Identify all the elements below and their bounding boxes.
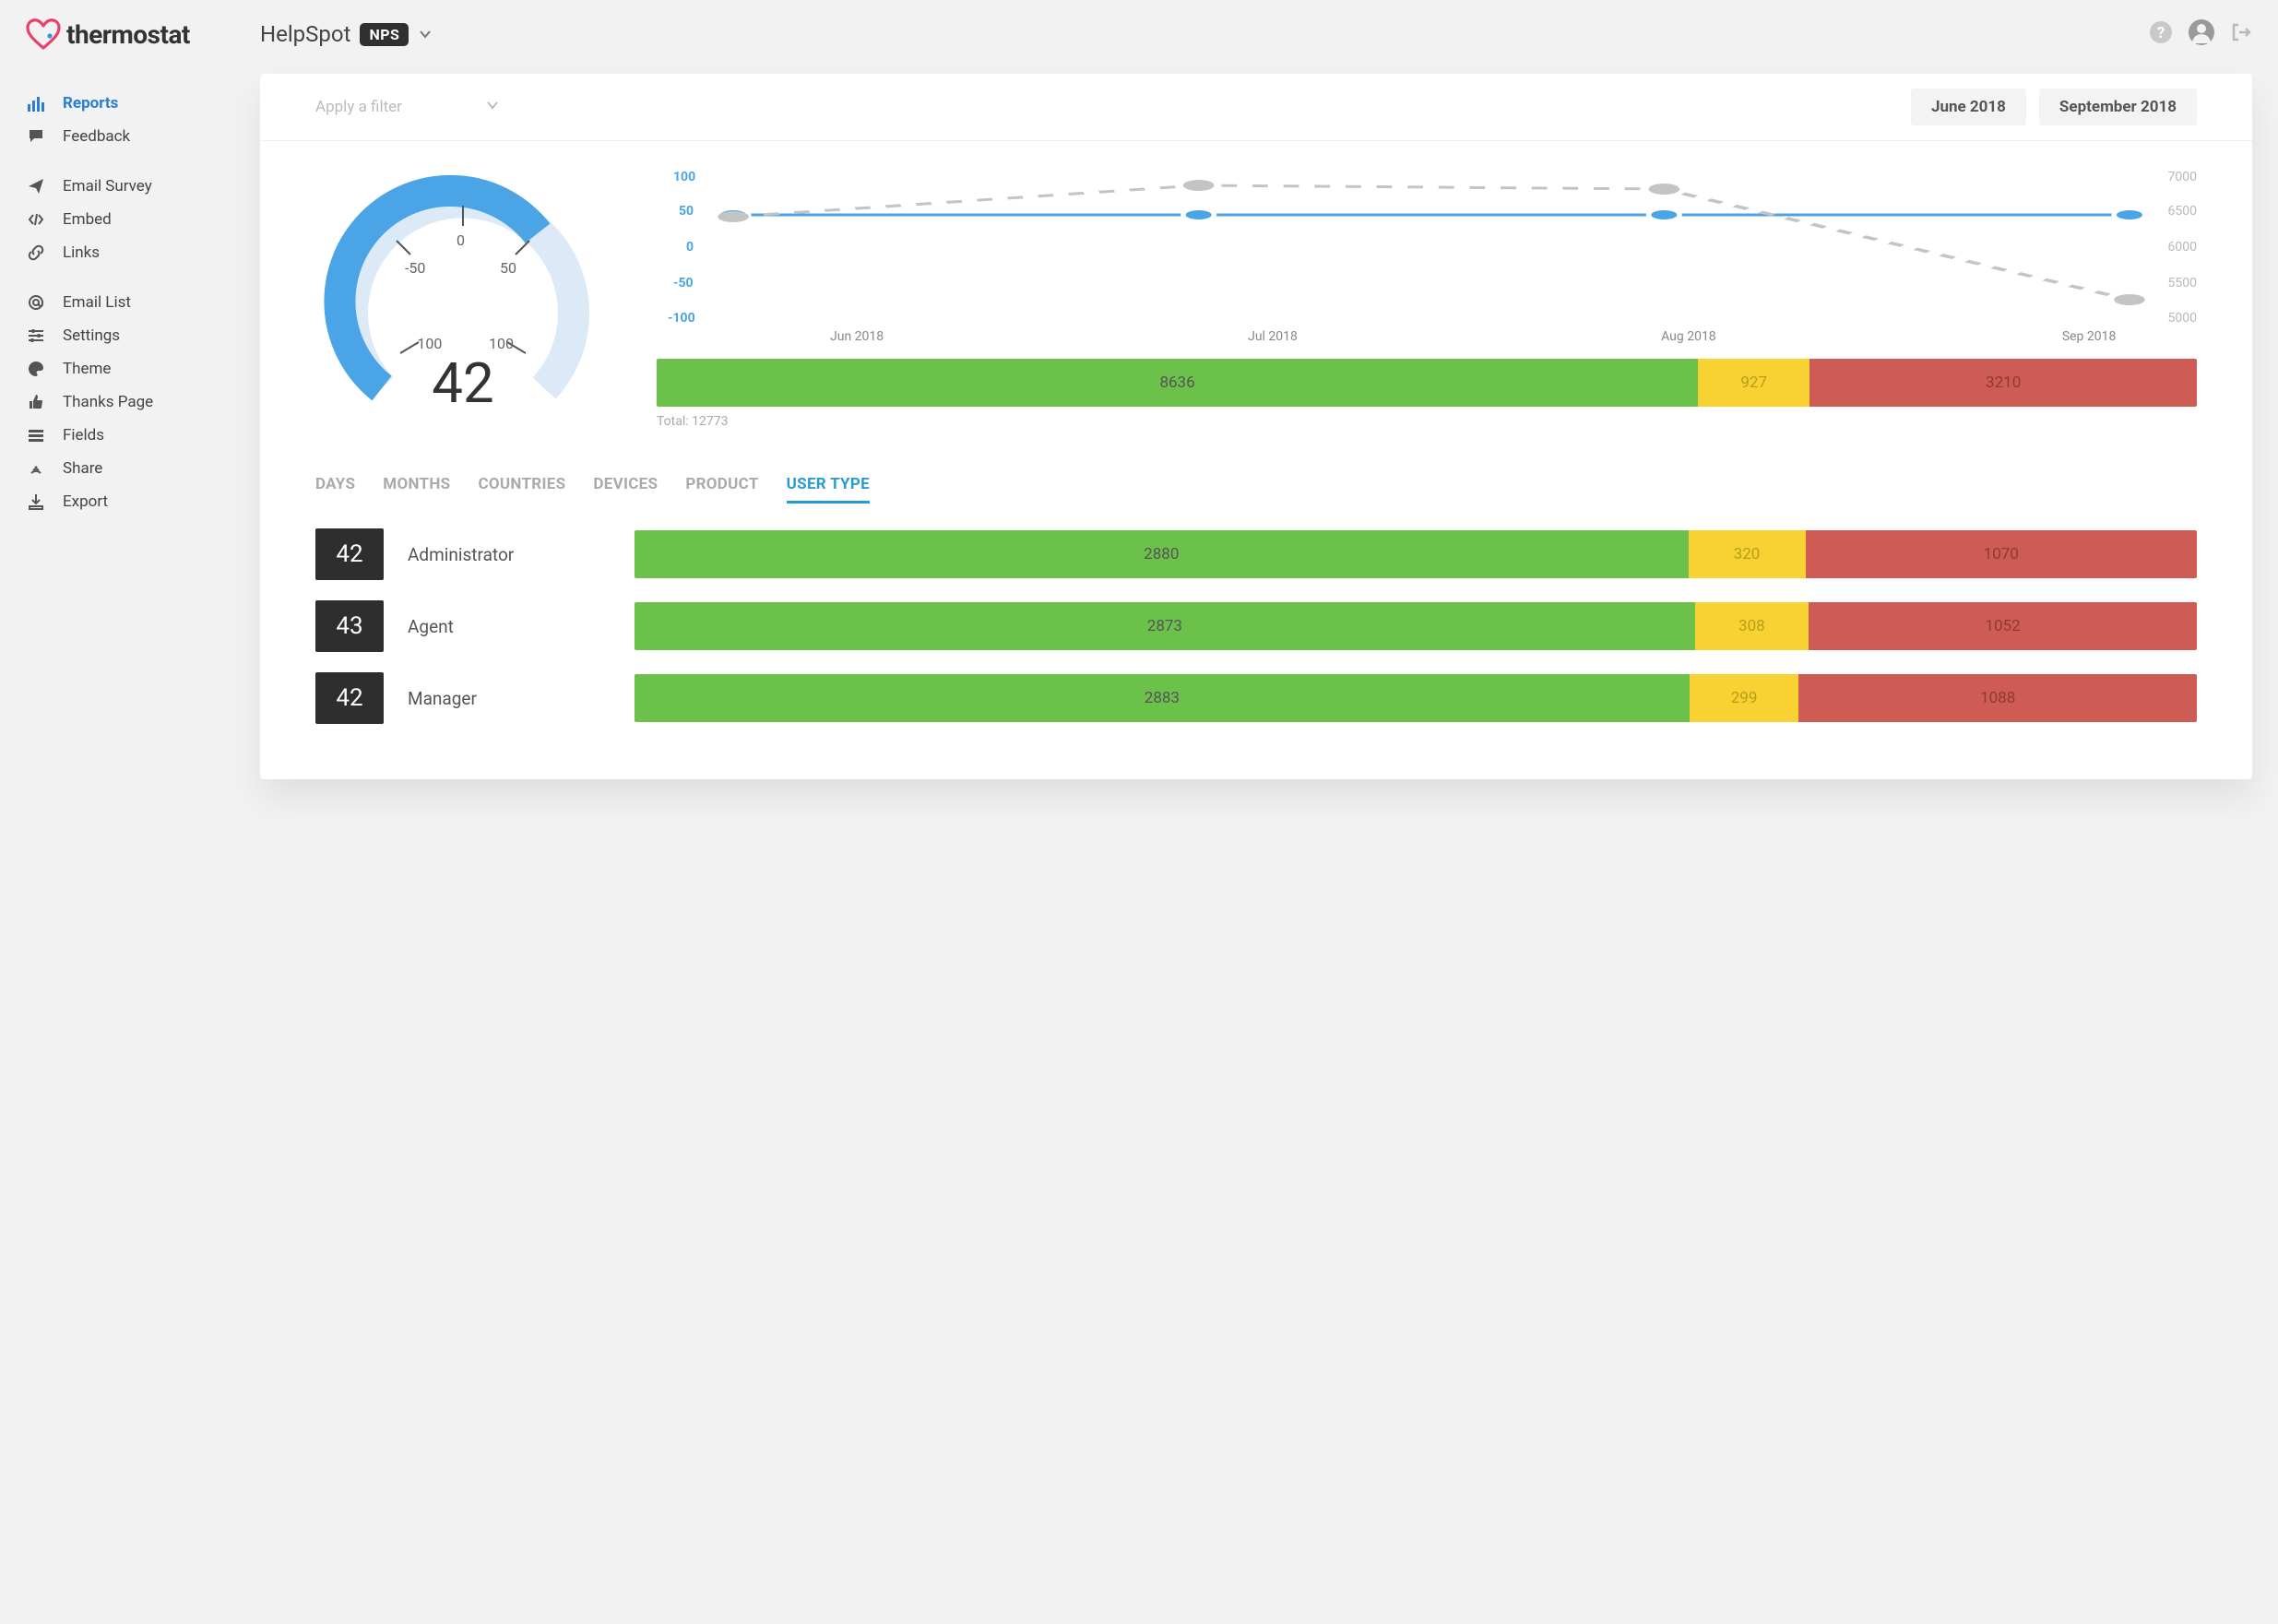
sidebar-item-email-survey[interactable]: Email Survey bbox=[26, 170, 238, 203]
row-detractors-segment: 1052 bbox=[1809, 602, 2197, 650]
survey-type-badge: NPS bbox=[360, 23, 409, 46]
trend-line-chart: 100 50 0 -50 -100 7000 6500 6000 5500 50… bbox=[657, 169, 2197, 326]
sidebar-item-feedback[interactable]: Feedback bbox=[26, 120, 238, 153]
survey-selector[interactable]: HelpSpot NPS bbox=[260, 21, 433, 47]
brand-logo[interactable]: thermostat bbox=[26, 18, 238, 50]
row-label: Agent bbox=[408, 616, 611, 637]
chart-bars-icon bbox=[26, 95, 46, 112]
breakdown-row: 42 Administrator 28803201070 bbox=[315, 528, 2197, 580]
sidebar-item-email-list[interactable]: Email List bbox=[26, 286, 238, 319]
sidebar-item-label: Fields bbox=[63, 426, 104, 445]
row-label: Administrator bbox=[408, 544, 611, 565]
breakdown-row: 43 Agent 28733081052 bbox=[315, 600, 2197, 652]
code-icon bbox=[26, 211, 46, 228]
user-avatar-icon[interactable] bbox=[2188, 18, 2215, 50]
link-icon bbox=[26, 244, 46, 261]
sidebar-item-label: Reports bbox=[63, 94, 118, 113]
brand-text: thermostat bbox=[66, 19, 190, 50]
nps-score: 42 bbox=[432, 350, 493, 416]
broadcast-icon bbox=[26, 460, 46, 477]
sidebar-item-fields[interactable]: Fields bbox=[26, 419, 238, 452]
gauge-tick-p50: 50 bbox=[500, 259, 516, 277]
row-nps-score: 42 bbox=[315, 528, 384, 580]
date-to-button[interactable]: September 2018 bbox=[2039, 89, 2197, 125]
row-breakdown-bar: 28832991088 bbox=[635, 674, 2197, 722]
sidebar-item-label: Share bbox=[63, 459, 102, 478]
row-promoters-segment: 2883 bbox=[635, 674, 1690, 722]
report-card: Apply a filter June 2018 September 2018 bbox=[260, 74, 2252, 779]
survey-title: HelpSpot bbox=[260, 21, 350, 47]
date-from-button[interactable]: June 2018 bbox=[1911, 89, 2026, 125]
row-detractors-segment: 1088 bbox=[1798, 674, 2197, 722]
detractors-segment: 3210 bbox=[1809, 359, 2197, 407]
summary-breakdown-bar: 8636 927 3210 bbox=[657, 359, 2197, 407]
sidebar-item-label: Embed bbox=[63, 210, 112, 229]
tab-product[interactable]: PRODUCT bbox=[685, 475, 758, 504]
row-passives-segment: 320 bbox=[1689, 530, 1806, 578]
sliders-icon bbox=[26, 327, 46, 344]
at-icon bbox=[26, 294, 46, 311]
tab-countries[interactable]: COUNTRIES bbox=[478, 475, 565, 504]
promoters-segment: 8636 bbox=[657, 359, 1698, 407]
breakdown-tabs: DAYS MONTHS COUNTRIES DEVICES PRODUCT US… bbox=[315, 475, 2197, 504]
sidebar-item-label: Theme bbox=[63, 360, 111, 378]
paper-plane-icon bbox=[26, 178, 46, 195]
row-breakdown-bar: 28803201070 bbox=[635, 530, 2197, 578]
sidebar-item-reports[interactable]: Reports bbox=[26, 87, 238, 120]
tab-days[interactable]: DAYS bbox=[315, 475, 355, 504]
gauge-tick-0: 0 bbox=[457, 231, 465, 249]
sidebar-item-export[interactable]: Export bbox=[26, 485, 238, 518]
chevron-down-icon bbox=[418, 21, 433, 47]
row-promoters-segment: 2873 bbox=[635, 602, 1695, 650]
row-passives-segment: 299 bbox=[1690, 674, 1799, 722]
tab-user-type[interactable]: USER TYPE bbox=[787, 475, 870, 504]
chevron-down-icon bbox=[485, 98, 500, 117]
sidebar-item-label: Export bbox=[63, 492, 108, 511]
row-label: Manager bbox=[408, 688, 611, 709]
tab-devices[interactable]: DEVICES bbox=[593, 475, 658, 504]
speech-bubble-icon bbox=[26, 128, 46, 145]
sidebar-item-label: Thanks Page bbox=[63, 393, 153, 411]
thumbs-up-icon bbox=[26, 394, 46, 410]
sidebar-item-links[interactable]: Links bbox=[26, 236, 238, 269]
sidebar-item-label: Settings bbox=[63, 326, 120, 345]
sidebar-item-label: Links bbox=[63, 243, 100, 262]
breakdown-row: 42 Manager 28832991088 bbox=[315, 672, 2197, 724]
logout-icon[interactable] bbox=[2230, 21, 2252, 47]
summary-total: Total: 12773 bbox=[657, 414, 2197, 429]
sidebar-item-label: Email Survey bbox=[63, 177, 152, 196]
row-promoters-segment: 2880 bbox=[635, 530, 1689, 578]
palette-icon bbox=[26, 361, 46, 377]
help-icon[interactable]: ? bbox=[2149, 20, 2173, 48]
row-nps-score: 43 bbox=[315, 600, 384, 652]
sidebar-item-thanks-page[interactable]: Thanks Page bbox=[26, 385, 238, 419]
passives-segment: 927 bbox=[1698, 359, 1809, 407]
download-icon bbox=[26, 493, 46, 510]
sidebar-item-label: Email List bbox=[63, 293, 131, 312]
sidebar-item-theme[interactable]: Theme bbox=[26, 352, 238, 385]
gauge-tick-n50: -50 bbox=[405, 259, 425, 277]
row-passives-segment: 308 bbox=[1695, 602, 1809, 650]
filter-placeholder: Apply a filter bbox=[315, 98, 402, 116]
filter-dropdown[interactable]: Apply a filter bbox=[315, 98, 500, 117]
row-nps-score: 42 bbox=[315, 672, 384, 724]
sidebar-item-settings[interactable]: Settings bbox=[26, 319, 238, 352]
svg-text:?: ? bbox=[2157, 24, 2165, 42]
sidebar-item-label: Feedback bbox=[63, 127, 130, 146]
list-icon bbox=[26, 427, 46, 444]
tab-months[interactable]: MONTHS bbox=[383, 475, 450, 504]
nps-gauge: 0 -50 50 -100 100 42 bbox=[315, 169, 611, 421]
heart-icon bbox=[26, 18, 61, 50]
sidebar-item-share[interactable]: Share bbox=[26, 452, 238, 485]
row-detractors-segment: 1070 bbox=[1806, 530, 2197, 578]
row-breakdown-bar: 28733081052 bbox=[635, 602, 2197, 650]
sidebar-item-embed[interactable]: Embed bbox=[26, 203, 238, 236]
